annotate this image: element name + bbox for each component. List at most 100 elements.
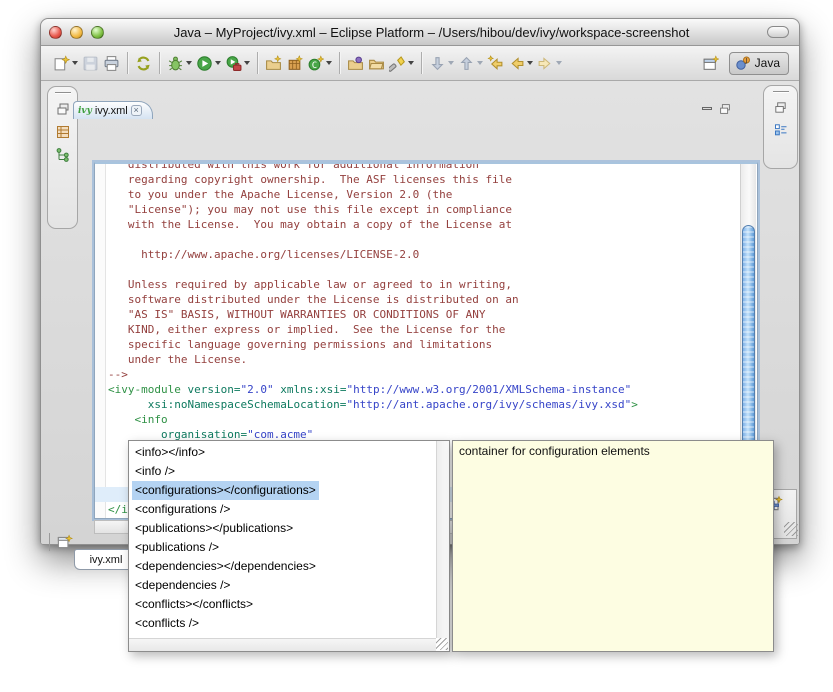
code-line: software distributed under the License i…	[108, 292, 739, 307]
bottom-tab-label: ivy.xml	[90, 554, 123, 566]
print-button[interactable]	[101, 50, 122, 76]
ivy-file-icon: ivy	[78, 106, 92, 116]
toolbar-separator	[159, 52, 160, 74]
refresh-button[interactable]	[133, 50, 154, 76]
completion-item[interactable]: <info />	[129, 462, 435, 481]
maximize-editor-icon[interactable]	[718, 102, 732, 116]
code-line: KIND, either express or implied. See the…	[108, 322, 739, 337]
content-assist-popup: <info></info><info /><configurations></c…	[128, 440, 450, 652]
back-arrow-icon	[508, 55, 525, 72]
trim-drag-handle[interactable]	[773, 91, 789, 93]
java-perspective-label: Java	[755, 56, 780, 70]
code-line: xsi:noNamespaceSchemaLocation="http://an…	[108, 397, 739, 412]
refresh-icon	[135, 55, 152, 72]
dropdown-arrow-icon[interactable]	[244, 61, 250, 65]
print-icon	[103, 55, 120, 72]
svg-text:J: J	[744, 56, 747, 64]
restore-views-icon[interactable]	[773, 100, 788, 115]
last-edit-location-button[interactable]	[485, 50, 506, 76]
code-line: "AS IS" BASIS, WITHOUT WARRANTIES OR CON…	[108, 307, 739, 322]
title-bar: Java – MyProject/ivy.xml – Eclipse Platf…	[41, 19, 799, 46]
completion-item[interactable]: <conflicts></conflicts>	[129, 595, 435, 614]
tree-view-icon[interactable]	[55, 147, 71, 163]
dropdown-arrow-icon[interactable]	[186, 61, 192, 65]
dropdown-arrow-icon[interactable]	[408, 61, 414, 65]
open-folder-icon	[368, 55, 385, 72]
code-line: <info	[108, 412, 739, 427]
content-assist-doc-panel: container for configuration elements	[452, 440, 774, 652]
toolbar-separator	[257, 52, 258, 74]
zoom-window-button[interactable]	[91, 26, 104, 39]
fast-view-icon[interactable]	[55, 533, 73, 551]
dropdown-arrow-icon[interactable]	[326, 61, 332, 65]
close-window-button[interactable]	[49, 26, 62, 39]
popup-vertical-scrollbar[interactable]	[436, 441, 449, 638]
completion-list[interactable]: <info></info><info /><configurations></c…	[129, 443, 435, 637]
completion-doc-text: container for configuration elements	[459, 444, 650, 458]
open-type-button[interactable]	[345, 50, 366, 76]
dropdown-arrow-icon[interactable]	[72, 61, 78, 65]
dropdown-arrow-icon[interactable]	[448, 61, 454, 65]
perspective-bar: J Java	[700, 50, 789, 76]
search-button[interactable]	[387, 50, 416, 76]
completion-item[interactable]: <configurations />	[129, 500, 435, 519]
new-package-button[interactable]	[284, 50, 305, 76]
editor-tab-label: ivy.xml	[95, 105, 128, 117]
code-line: regarding copyright ownership. The ASF l…	[108, 172, 739, 187]
new-java-project-button[interactable]	[263, 50, 284, 76]
open-perspective-icon	[702, 55, 719, 72]
code-line: under the License.	[108, 352, 739, 367]
completion-item[interactable]: <info></info>	[129, 443, 435, 462]
up-arrow-icon	[458, 55, 475, 72]
debug-button[interactable]	[165, 50, 194, 76]
completion-item[interactable]: <dependencies></dependencies>	[129, 557, 435, 576]
save-button[interactable]	[80, 50, 101, 76]
back-button[interactable]	[506, 50, 535, 76]
completion-item[interactable]: <configurations></configurations>	[129, 481, 435, 500]
new-document-icon	[53, 55, 70, 72]
editor-tab-ivy-xml[interactable]: ivy ivy.xml ×	[73, 101, 153, 119]
toolbar-toggle-button[interactable]	[767, 26, 789, 38]
new-class-button[interactable]: C	[305, 50, 334, 76]
external-tools-icon	[225, 55, 242, 72]
minimize-editor-icon[interactable]	[702, 107, 712, 110]
editor-stack-buttons	[702, 102, 732, 116]
completion-item[interactable]: <conflicts />	[129, 614, 435, 633]
code-line: with the License. You may obtain a copy …	[108, 217, 739, 232]
completion-item[interactable]: <publications />	[129, 538, 435, 557]
down-arrow-icon	[429, 55, 446, 72]
java-perspective-button[interactable]: J Java	[729, 52, 789, 75]
outline-view-icon[interactable]	[773, 122, 789, 138]
open-perspective-button[interactable]	[700, 50, 721, 76]
hierarchy-view-icon[interactable]	[55, 124, 71, 140]
desktop: Java – MyProject/ivy.xml – Eclipse Platf…	[0, 0, 833, 692]
forward-button[interactable]	[535, 50, 564, 76]
new-package-icon	[286, 55, 303, 72]
dropdown-arrow-icon[interactable]	[527, 61, 533, 65]
code-line: specific language governing permissions …	[108, 337, 739, 352]
run-button[interactable]	[194, 50, 223, 76]
next-annotation-button[interactable]	[427, 50, 456, 76]
open-resource-button[interactable]	[366, 50, 387, 76]
trim-drag-handle[interactable]	[55, 92, 71, 94]
run-external-tools-button[interactable]	[223, 50, 252, 76]
completion-item[interactable]: <publications></publications>	[129, 519, 435, 538]
svg-text:C: C	[312, 60, 317, 70]
close-tab-icon[interactable]: ×	[131, 105, 142, 116]
previous-annotation-button[interactable]	[456, 50, 485, 76]
dropdown-arrow-icon[interactable]	[215, 61, 221, 65]
dropdown-arrow-icon[interactable]	[556, 61, 562, 65]
restore-views-icon[interactable]	[55, 101, 71, 117]
code-line: -->	[108, 367, 739, 382]
new-wizard-button[interactable]	[51, 50, 80, 76]
minimize-window-button[interactable]	[70, 26, 83, 39]
code-line	[108, 232, 739, 247]
annotation-ruler	[95, 164, 106, 518]
popup-horizontal-scrollbar[interactable]	[129, 638, 436, 651]
popup-resize-grip[interactable]	[436, 638, 448, 650]
search-flashlight-icon	[389, 55, 406, 72]
toolbar-separator	[127, 52, 128, 74]
completion-item[interactable]: <dependencies />	[129, 576, 435, 595]
window-resize-grip[interactable]	[784, 522, 798, 536]
dropdown-arrow-icon[interactable]	[477, 61, 483, 65]
